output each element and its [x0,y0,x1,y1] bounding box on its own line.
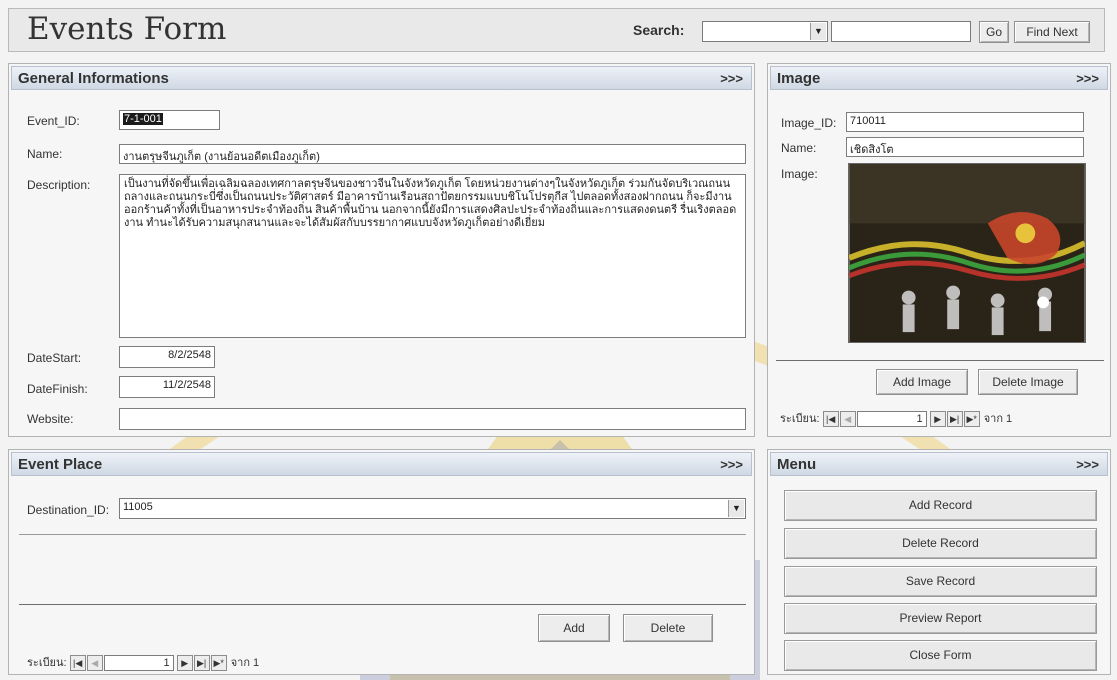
preview-report-button[interactable]: Preview Report [784,603,1097,634]
separator [776,360,1104,361]
event-id-value: 7-1-001 [123,113,163,125]
event-place-panel: Event Place >>> Destination_ID: 11005 ▼ … [8,449,755,675]
chevron-down-icon[interactable]: ▼ [728,500,744,517]
save-record-button[interactable]: Save Record [784,566,1097,597]
menu-panel: Menu >>> Add Record Delete Record Save R… [767,449,1111,675]
destination-id-dropdown[interactable]: 11005 ▼ [119,498,746,519]
place-record-navigator: ระเบียน: |◀ ◀ 1 ▶ ▶| ▶* จาก 1 [27,653,260,672]
image-name-label: Name: [781,141,817,155]
website-label: Website: [27,412,74,426]
add-record-button[interactable]: Add Record [784,490,1097,521]
prev-record-icon[interactable]: ◀ [86,655,103,672]
prev-record-icon[interactable]: ◀ [839,411,856,428]
first-record-icon[interactable]: |◀ [69,655,86,672]
form-title: Events Form [27,11,227,47]
name-field[interactable]: งานตรุษจีนภูเก็ต (งานย้อนอดีตเมืองภูเก็ต… [119,144,746,164]
close-form-button[interactable]: Close Form [784,640,1097,671]
delete-image-button[interactable]: Delete Image [978,369,1078,395]
event-id-label: Event_ID: [27,114,80,128]
name-label: Name: [27,147,63,161]
new-record-icon[interactable]: ▶* [963,411,980,428]
description-field[interactable]: เป็นงานที่จัดขึ้นเพื่อเฉลิมฉลองเทศกาลตรุ… [119,174,746,338]
record-count: จาก 1 [230,657,260,669]
panel-title: Event Place [18,456,103,473]
separator [19,534,746,535]
delete-place-button[interactable]: Delete [623,614,713,642]
image-label: Image: [781,167,818,181]
date-finish-field[interactable]: 11/2/2548 [119,376,215,398]
panel-title: General Informations [18,70,169,87]
event-id-field[interactable]: 7-1-001 [119,110,220,130]
add-image-button[interactable]: Add Image [876,369,968,395]
form-header: Events Form Search: ▼ Go Find Next [8,8,1105,52]
expand-button[interactable]: >>> [720,71,743,86]
next-record-icon[interactable]: ▶ [176,655,193,672]
expand-button[interactable]: >>> [1076,71,1099,86]
image-name-field[interactable]: เชิดสิงโต [846,137,1084,157]
date-start-field[interactable]: 8/2/2548 [119,346,215,368]
search-label: Search: [633,22,685,38]
general-informations-panel: General Informations >>> Event_ID: 7-1-0… [8,63,755,437]
search-field-dropdown[interactable]: ▼ [702,21,828,42]
image-id-field[interactable]: 710011 [846,112,1084,132]
separator [19,604,746,605]
event-photo [848,163,1086,343]
chevron-down-icon[interactable]: ▼ [810,23,826,40]
new-record-icon[interactable]: ▶* [210,655,227,672]
search-input[interactable] [831,21,971,42]
description-label: Description: [27,178,91,192]
panel-header: Event Place >>> [11,452,752,476]
image-record-navigator: ระเบียน: |◀ ◀ 1 ▶ ▶| ▶* จาก 1 [780,409,1013,428]
date-start-label: DateStart: [27,351,82,365]
record-count: จาก 1 [983,413,1013,425]
go-button[interactable]: Go [979,21,1009,43]
find-next-button[interactable]: Find Next [1014,21,1090,43]
record-label: ระเบียน: [780,413,820,425]
panel-header: Menu >>> [770,452,1108,476]
add-place-button[interactable]: Add [538,614,610,642]
image-panel: Image >>> Image_ID: 710011 Name: เชิดสิง… [767,63,1111,437]
expand-button[interactable]: >>> [1076,457,1099,472]
destination-id-value: 11005 [123,501,153,513]
panel-title: Menu [777,456,817,473]
panel-header: Image >>> [770,66,1108,90]
last-record-icon[interactable]: ▶| [946,411,963,428]
date-finish-label: DateFinish: [27,382,88,396]
first-record-icon[interactable]: |◀ [822,411,839,428]
website-field[interactable] [119,408,746,430]
expand-button[interactable]: >>> [720,457,743,472]
delete-record-button[interactable]: Delete Record [784,528,1097,559]
image-id-label: Image_ID: [781,116,837,130]
destination-id-label: Destination_ID: [27,503,110,517]
record-label: ระเบียน: [27,657,67,669]
record-number-input[interactable]: 1 [856,411,927,428]
next-record-icon[interactable]: ▶ [929,411,946,428]
record-number-input[interactable]: 1 [103,655,174,672]
panel-title: Image [777,70,821,87]
last-record-icon[interactable]: ▶| [193,655,210,672]
panel-header: General Informations >>> [11,66,752,90]
